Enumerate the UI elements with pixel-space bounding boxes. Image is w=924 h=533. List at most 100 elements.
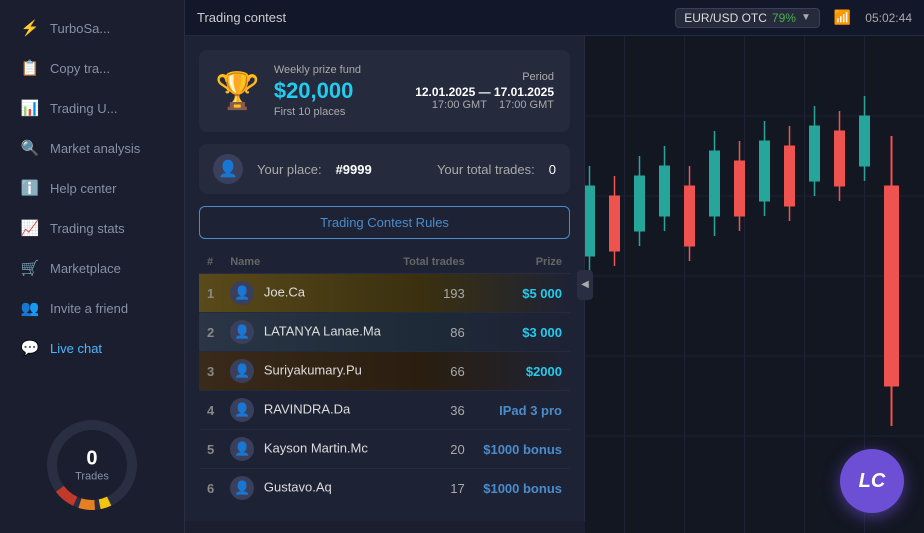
- sidebar-label-help-center: Help center: [50, 181, 116, 196]
- prize-amount: $20,000: [274, 78, 401, 104]
- leaderboard-row: 5 👤 Kayson Martin.Mc 20 $1000 bonus: [199, 430, 570, 469]
- sidebar: ⚡ TurboSa... 📋 Copy tra... 📊 Trading U..…: [0, 0, 185, 533]
- live-chat-icon: 💬: [20, 338, 40, 358]
- sidebar-item-market-analysis[interactable]: 🔍 Market analysis: [6, 129, 178, 167]
- leaderboard-row: 4 👤 RAVINDRA.Da 36 IPad 3 pro: [199, 391, 570, 430]
- sidebar-label-invite-friend: Invite a friend: [50, 301, 128, 316]
- contest-area: 🏆 Weekly prize fund $20,000 First 10 pla…: [185, 36, 924, 533]
- time-start: 17:00 GMT: [432, 99, 487, 111]
- trades-cell: 17: [393, 469, 473, 508]
- name-cell: 👤 Suriyakumary.Pu: [222, 352, 393, 391]
- user-avatar-icon: 👤: [230, 437, 254, 461]
- trades-cell: 86: [393, 313, 473, 352]
- contest-panel: 🏆 Weekly prize fund $20,000 First 10 pla…: [185, 36, 585, 521]
- prize-card: 🏆 Weekly prize fund $20,000 First 10 pla…: [199, 50, 570, 132]
- sidebar-item-trading-ui[interactable]: 📊 Trading U...: [6, 89, 178, 127]
- sidebar-item-live-chat[interactable]: 💬 Live chat: [6, 329, 178, 367]
- user-avatar-icon: 👤: [230, 398, 254, 422]
- your-place-row: 👤 Your place: #9999 Your total trades: 0: [199, 144, 570, 194]
- your-trades-value: 0: [549, 162, 556, 177]
- rank-cell: 3: [199, 352, 222, 391]
- sidebar-item-marketplace[interactable]: 🛒 Marketplace: [6, 249, 178, 287]
- collapse-panel-button[interactable]: ◀: [577, 270, 593, 300]
- copy-trading-icon: 📋: [20, 58, 40, 78]
- prize-cell: IPad 3 pro: [473, 391, 570, 430]
- dropdown-arrow-icon: ▼: [801, 12, 811, 23]
- chart-area: LC: [585, 36, 924, 533]
- col-header-trades: Total trades: [393, 251, 473, 274]
- main-content: Trading contest EUR/USD OTC 79% ▼ 📶 05:0…: [185, 0, 924, 533]
- first-places-label: First 10 places: [274, 106, 401, 118]
- weekly-prize-label: Weekly prize fund: [274, 64, 401, 76]
- col-header-prize: Prize: [473, 251, 570, 274]
- rank-cell: 2: [199, 313, 222, 352]
- trades-cell: 20: [393, 430, 473, 469]
- leaderboard-row: 3 👤 Suriyakumary.Pu 66 $2000: [199, 352, 570, 391]
- clock-time: 05:02:44: [865, 11, 912, 25]
- prize-cell: $3 000: [473, 313, 570, 352]
- name-cell: 👤 RAVINDRA.Da: [222, 391, 393, 430]
- prize-cell: $2000: [473, 352, 570, 391]
- user-avatar-icon: 👤: [230, 359, 254, 383]
- your-trades-label: Your total trades:: [437, 162, 535, 177]
- sidebar-item-help-center[interactable]: ℹ️ Help center: [6, 169, 178, 207]
- invite-friend-icon: 👥: [20, 298, 40, 318]
- sidebar-label-market-analysis: Market analysis: [50, 141, 140, 156]
- user-avatar: 👤: [213, 154, 243, 184]
- sidebar-label-live-chat: Live chat: [50, 341, 102, 356]
- lc-floating-badge[interactable]: LC: [840, 449, 904, 513]
- rank-cell: 6: [199, 469, 222, 508]
- sidebar-label-turbosave: TurboSa...: [50, 21, 110, 36]
- turbosave-icon: ⚡: [20, 18, 40, 38]
- leaderboard-row: 6 👤 Gustavo.Aq 17 $1000 bonus: [199, 469, 570, 508]
- trades-donut-section: 0 Trades: [0, 405, 184, 525]
- currency-name: EUR/USD OTC: [684, 11, 767, 25]
- leaderboard-table: # Name Total trades Prize 1 👤 Joe.Ca 193…: [199, 251, 570, 507]
- name-cell: 👤 Joe.Ca: [222, 274, 393, 313]
- trading-contest-rules-button[interactable]: Trading Contest Rules: [199, 206, 570, 239]
- topbar-right: EUR/USD OTC 79% ▼ 📶 05:02:44: [675, 8, 912, 28]
- user-avatar-icon: 👤: [230, 476, 254, 500]
- signal-icon: 📶: [834, 9, 851, 26]
- sidebar-label-copy-trading: Copy tra...: [50, 61, 110, 76]
- col-header-name: Name: [222, 251, 393, 274]
- currency-badge[interactable]: EUR/USD OTC 79% ▼: [675, 8, 820, 28]
- sidebar-item-turbosave[interactable]: ⚡ TurboSa...: [6, 9, 178, 47]
- prize-cell: $1000 bonus: [473, 430, 570, 469]
- topbar: Trading contest EUR/USD OTC 79% ▼ 📶 05:0…: [185, 0, 924, 36]
- trades-cell: 66: [393, 352, 473, 391]
- period-label: Period: [415, 71, 554, 83]
- time-end: 17:00 GMT: [499, 99, 554, 111]
- trades-label: Trades: [75, 471, 109, 483]
- page-title: Trading contest: [197, 10, 286, 25]
- contest-panel-wrapper: 🏆 Weekly prize fund $20,000 First 10 pla…: [185, 36, 585, 533]
- sidebar-label-trading-ui: Trading U...: [50, 101, 117, 116]
- rank-cell: 1: [199, 274, 222, 313]
- period-info: Period 12.01.2025 — 17.01.2025 17:00 GMT…: [415, 71, 554, 111]
- trades-donut-chart: 0 Trades: [42, 415, 142, 515]
- user-avatar-icon: 👤: [230, 320, 254, 344]
- sidebar-label-marketplace: Marketplace: [50, 261, 121, 276]
- sidebar-item-invite-friend[interactable]: 👥 Invite a friend: [6, 289, 178, 327]
- user-avatar-icon: 👤: [230, 281, 254, 305]
- trades-number: 0: [75, 448, 109, 471]
- market-analysis-icon: 🔍: [20, 138, 40, 158]
- prize-cell: $5 000: [473, 274, 570, 313]
- prize-cell: $1000 bonus: [473, 469, 570, 508]
- trading-ui-icon: 📊: [20, 98, 40, 118]
- trophy-icon: 🏆: [215, 70, 260, 112]
- prize-info: Weekly prize fund $20,000 First 10 place…: [274, 64, 401, 118]
- name-cell: 👤 LATANYA Lanae.Ma: [222, 313, 393, 352]
- trading-stats-icon: 📈: [20, 218, 40, 238]
- rank-cell: 5: [199, 430, 222, 469]
- your-place-value: #9999: [336, 162, 372, 177]
- sidebar-item-copy-trading[interactable]: 📋 Copy tra...: [6, 49, 178, 87]
- your-place-label: Your place:: [257, 162, 322, 177]
- sidebar-label-trading-stats: Trading stats: [50, 221, 125, 236]
- name-cell: 👤 Kayson Martin.Mc: [222, 430, 393, 469]
- period-time: 17:00 GMT 17:00 GMT: [415, 99, 554, 111]
- trades-cell: 193: [393, 274, 473, 313]
- sidebar-item-trading-stats[interactable]: 📈 Trading stats: [6, 209, 178, 247]
- trades-cell: 36: [393, 391, 473, 430]
- lc-icon: LC: [859, 470, 886, 493]
